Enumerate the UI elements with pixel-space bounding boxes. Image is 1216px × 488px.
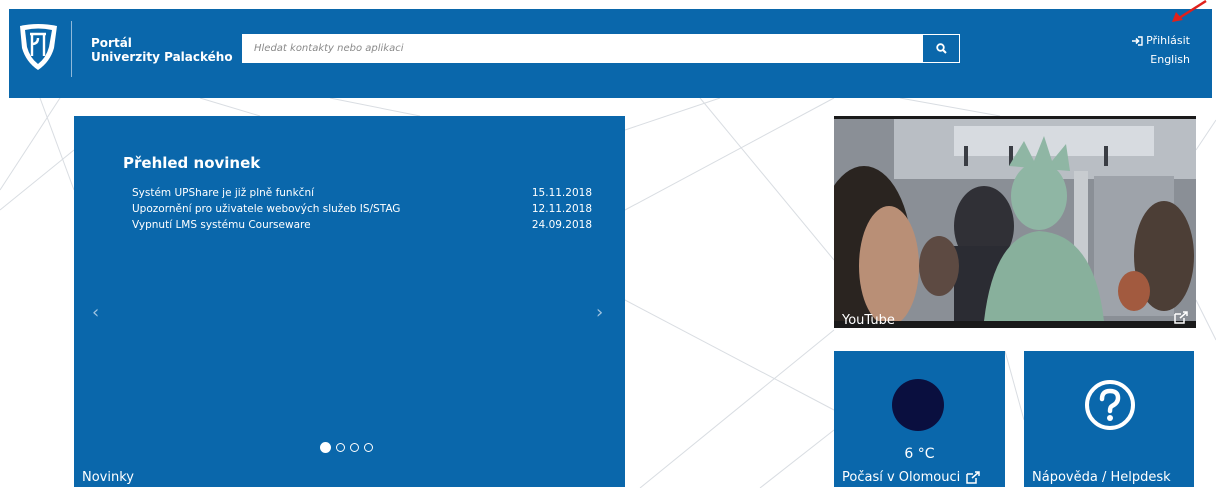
portal-title[interactable]: Portál Univerzity Palackého [91, 36, 233, 64]
youtube-video-tile[interactable]: YouTube [834, 116, 1196, 328]
youtube-label: YouTube [842, 313, 895, 328]
carousel-dot[interactable] [336, 443, 345, 452]
carousel-indicators [320, 442, 373, 453]
news-item[interactable]: Vypnutí LMS systému Courseware 24.09.201… [132, 217, 592, 233]
university-logo[interactable] [16, 22, 61, 72]
weather-temperature: 6 °C [904, 446, 935, 462]
carousel-next-button[interactable]: › [596, 302, 603, 323]
news-item[interactable]: Systém UPShare je již plně funkční 15.11… [132, 185, 592, 201]
video-thumbnail [834, 116, 1196, 328]
search-button[interactable] [922, 34, 960, 63]
news-title: Přehled novinek [123, 154, 261, 172]
news-item-date: 15.11.2018 [531, 187, 592, 199]
carousel-dot[interactable] [320, 442, 331, 453]
external-link-icon [966, 471, 980, 484]
news-list: Systém UPShare je již plně funkční 15.11… [132, 185, 592, 233]
search-icon [935, 43, 947, 54]
carousel-dot[interactable] [364, 443, 373, 452]
weather-label-row: Počasí v Olomouci [842, 470, 980, 485]
portal-title-line2: Univerzity Palackého [91, 50, 233, 64]
portal-title-line1: Portál [91, 36, 132, 50]
sign-in-icon [1132, 35, 1143, 46]
helpdesk-tile[interactable]: Nápověda / Helpdesk [1024, 351, 1194, 487]
news-item-text: Systém UPShare je již plně funkční [132, 187, 315, 199]
carousel-prev-button[interactable]: ‹ [92, 302, 99, 323]
news-item-text: Vypnutí LMS systému Courseware [132, 219, 311, 231]
news-carousel: Přehled novinek Systém UPShare je již pl… [74, 116, 625, 487]
news-item[interactable]: Upozornění pro uživatele webových služeb… [132, 201, 592, 217]
news-item-date: 24.09.2018 [531, 219, 592, 231]
header-divider [71, 21, 72, 77]
news-item-date: 12.11.2018 [531, 203, 592, 215]
login-link[interactable]: Přihlásit [1132, 34, 1190, 47]
top-header: Portál Univerzity Palackého Přihlásit En… [9, 9, 1212, 98]
annotation-arrow-icon [1172, 0, 1207, 22]
helpdesk-label: Nápověda / Helpdesk [1032, 470, 1171, 485]
question-circle-icon [1085, 380, 1135, 430]
external-link-icon [1174, 311, 1188, 324]
news-section-label[interactable]: Novinky [82, 470, 134, 485]
search-input[interactable] [242, 34, 922, 63]
carousel-dot[interactable] [350, 443, 359, 452]
login-label: Přihlásit [1146, 34, 1190, 47]
moon-icon [892, 379, 944, 431]
weather-label: Počasí v Olomouci [842, 470, 961, 485]
language-switch-link[interactable]: English [1150, 53, 1190, 66]
news-item-text: Upozornění pro uživatele webových služeb… [132, 203, 401, 215]
weather-tile[interactable]: 6 °C Počasí v Olomouci [834, 351, 1005, 487]
